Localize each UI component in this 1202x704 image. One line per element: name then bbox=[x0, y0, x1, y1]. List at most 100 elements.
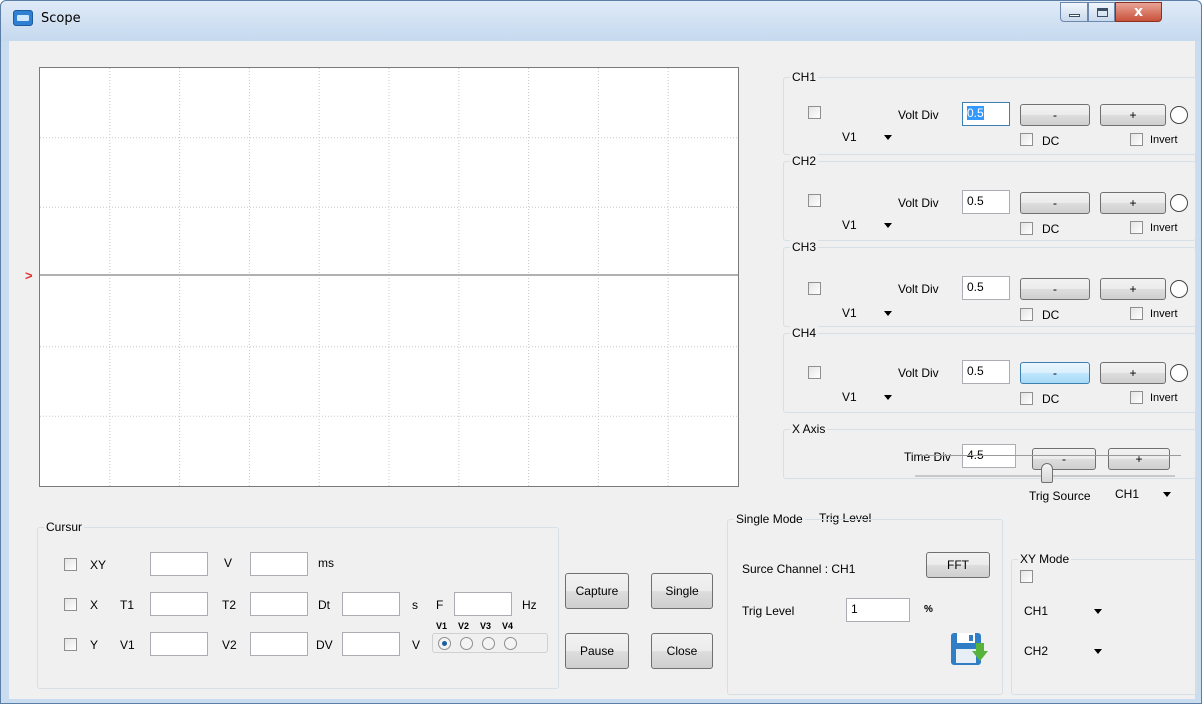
ch4-dc-label: DC bbox=[1042, 392, 1060, 406]
cursor-v1-label: V1 bbox=[120, 638, 135, 652]
cursor-f-input[interactable] bbox=[454, 592, 512, 616]
ch4-source-select[interactable]: V1 bbox=[838, 386, 896, 408]
chevron-down-icon bbox=[1094, 649, 1102, 654]
radio-v2[interactable] bbox=[460, 637, 473, 650]
fft-button[interactable]: FFT bbox=[926, 552, 990, 578]
ch3-invert-checkbox[interactable] bbox=[1130, 307, 1143, 320]
source-channel-label: Surce Channel : CH1 bbox=[742, 562, 856, 576]
ch4-volt-div-input[interactable]: 0.5 bbox=[962, 360, 1010, 384]
single-button[interactable]: Single bbox=[651, 573, 713, 609]
ch4-enable-checkbox[interactable] bbox=[808, 366, 821, 379]
xy-mode-group-label: XY Mode bbox=[1018, 552, 1072, 566]
window-title: Scope bbox=[41, 11, 81, 26]
ch2-dc-label: DC bbox=[1042, 222, 1060, 236]
trigger-marker: > bbox=[25, 268, 33, 283]
cursor-y-label: Y bbox=[90, 638, 99, 652]
ch3-group: CH3 V1 Volt Div 0.5 - + DC Invert bbox=[783, 240, 1196, 327]
ch2-volt-div-input[interactable]: 0.5 bbox=[962, 190, 1010, 214]
xy-ch-a-select[interactable]: CH1 bbox=[1020, 600, 1106, 622]
title-bar[interactable]: Scope x bbox=[1, 1, 1201, 41]
scope-display[interactable] bbox=[39, 67, 739, 487]
ch1-enable-checkbox[interactable] bbox=[808, 106, 821, 119]
xy-ch-b-value: CH2 bbox=[1024, 644, 1049, 658]
cursor-v1-input[interactable] bbox=[150, 632, 208, 656]
cursor-xy-label: XY bbox=[90, 558, 107, 572]
ch1-volt-div-value: 0.5 bbox=[967, 106, 984, 120]
ch1-dc-checkbox[interactable] bbox=[1020, 133, 1033, 146]
ch4-invert-checkbox[interactable] bbox=[1130, 391, 1143, 404]
ch1-plus-button[interactable]: + bbox=[1100, 104, 1166, 126]
time-div-input[interactable]: 4.5 bbox=[962, 444, 1016, 468]
ch2-indicator-circle bbox=[1170, 194, 1188, 212]
ch2-invert-label: Invert bbox=[1150, 222, 1178, 234]
radio-v1[interactable] bbox=[438, 637, 451, 650]
x-axis-group-label: X Axis bbox=[790, 422, 828, 436]
xy-mode-checkbox[interactable] bbox=[1020, 570, 1033, 583]
minimize-icon bbox=[1069, 14, 1080, 17]
client-area: > CH1 V1 Volt Div 0.5 - + DC Invert CH2 … bbox=[9, 41, 1197, 699]
ch3-enable-checkbox[interactable] bbox=[808, 282, 821, 295]
cursor-xy-checkbox[interactable] bbox=[64, 558, 77, 571]
ch3-minus-button[interactable]: - bbox=[1020, 278, 1090, 300]
cursor-group-label: Cursur bbox=[44, 520, 85, 534]
xy-mode-group: XY Mode CH1 CH2 bbox=[1011, 552, 1197, 695]
ch3-dc-checkbox[interactable] bbox=[1020, 308, 1033, 321]
cursor-y-checkbox[interactable] bbox=[64, 638, 77, 651]
cursor-v2-input[interactable] bbox=[250, 632, 308, 656]
cursor-x-label: X bbox=[90, 598, 99, 612]
ch2-source-value: V1 bbox=[842, 218, 857, 232]
ch2-plus-button[interactable]: + bbox=[1100, 192, 1166, 214]
ch4-source-value: V1 bbox=[842, 390, 857, 404]
capture-button[interactable]: Capture bbox=[565, 573, 629, 609]
ch4-minus-button[interactable]: - bbox=[1020, 362, 1090, 384]
pause-button[interactable]: Pause bbox=[565, 633, 629, 669]
trig-level-slider-thumb[interactable] bbox=[1041, 463, 1053, 483]
ch2-group: CH2 V1 Volt Div 0.5 - + DC Invert bbox=[783, 154, 1196, 241]
radio-v4[interactable] bbox=[504, 637, 517, 650]
save-icon[interactable] bbox=[949, 629, 989, 667]
ch2-dc-checkbox[interactable] bbox=[1020, 222, 1033, 235]
cursor-dt-input[interactable] bbox=[342, 592, 400, 616]
ch4-plus-button[interactable]: + bbox=[1100, 362, 1166, 384]
cursor-dt-unit: s bbox=[412, 598, 418, 612]
trig-source-label: Trig Source bbox=[1029, 489, 1091, 503]
cursor-xy-ms-input[interactable] bbox=[250, 552, 308, 576]
ch2-invert-checkbox[interactable] bbox=[1130, 221, 1143, 234]
maximize-button[interactable] bbox=[1088, 2, 1115, 22]
cursor-dv-input[interactable] bbox=[342, 632, 400, 656]
cursor-t1-input[interactable] bbox=[150, 592, 208, 616]
ch1-minus-button[interactable]: - bbox=[1020, 104, 1090, 126]
single-trig-level-input[interactable]: 1 bbox=[846, 598, 910, 622]
maximize-icon bbox=[1097, 8, 1108, 17]
minimize-button[interactable] bbox=[1060, 2, 1088, 22]
cursor-xy-v-input[interactable] bbox=[150, 552, 208, 576]
cursor-f-unit: Hz bbox=[522, 598, 537, 612]
ch1-source-select[interactable]: V1 bbox=[838, 126, 896, 148]
ch2-minus-button[interactable]: - bbox=[1020, 192, 1090, 214]
ch3-volt-div-input[interactable]: 0.5 bbox=[962, 276, 1010, 300]
trig-source-select[interactable]: CH1 bbox=[1111, 483, 1175, 505]
ch1-invert-checkbox[interactable] bbox=[1130, 133, 1143, 146]
ch4-invert-label: Invert bbox=[1150, 392, 1178, 404]
ch2-enable-checkbox[interactable] bbox=[808, 194, 821, 207]
xy-ch-b-select[interactable]: CH2 bbox=[1020, 640, 1106, 662]
cursor-t2-input[interactable] bbox=[250, 592, 308, 616]
cursor-xy-v-unit: V bbox=[224, 556, 233, 570]
radio-v3[interactable] bbox=[482, 637, 495, 650]
close-button[interactable]: Close bbox=[651, 633, 713, 669]
ch3-source-select[interactable]: V1 bbox=[838, 302, 896, 324]
trig-level-tick bbox=[921, 455, 1181, 456]
close-window-button[interactable]: x bbox=[1115, 2, 1162, 22]
ch3-plus-button[interactable]: + bbox=[1100, 278, 1166, 300]
time-div-plus-button[interactable]: + bbox=[1108, 448, 1170, 470]
chevron-down-icon bbox=[884, 311, 892, 316]
single-mode-group: Single Mode Surce Channel : CH1 FFT Trig… bbox=[727, 512, 1003, 695]
ch3-dc-label: DC bbox=[1042, 308, 1060, 322]
ch1-volt-div-label: Volt Div bbox=[898, 108, 939, 122]
ch3-invert-label: Invert bbox=[1150, 308, 1178, 320]
ch2-source-select[interactable]: V1 bbox=[838, 214, 896, 236]
ch1-volt-div-input[interactable]: 0.5 bbox=[962, 102, 1010, 126]
cursor-x-checkbox[interactable] bbox=[64, 598, 77, 611]
ch4-dc-checkbox[interactable] bbox=[1020, 392, 1033, 405]
xy-ch-a-value: CH1 bbox=[1024, 604, 1049, 618]
